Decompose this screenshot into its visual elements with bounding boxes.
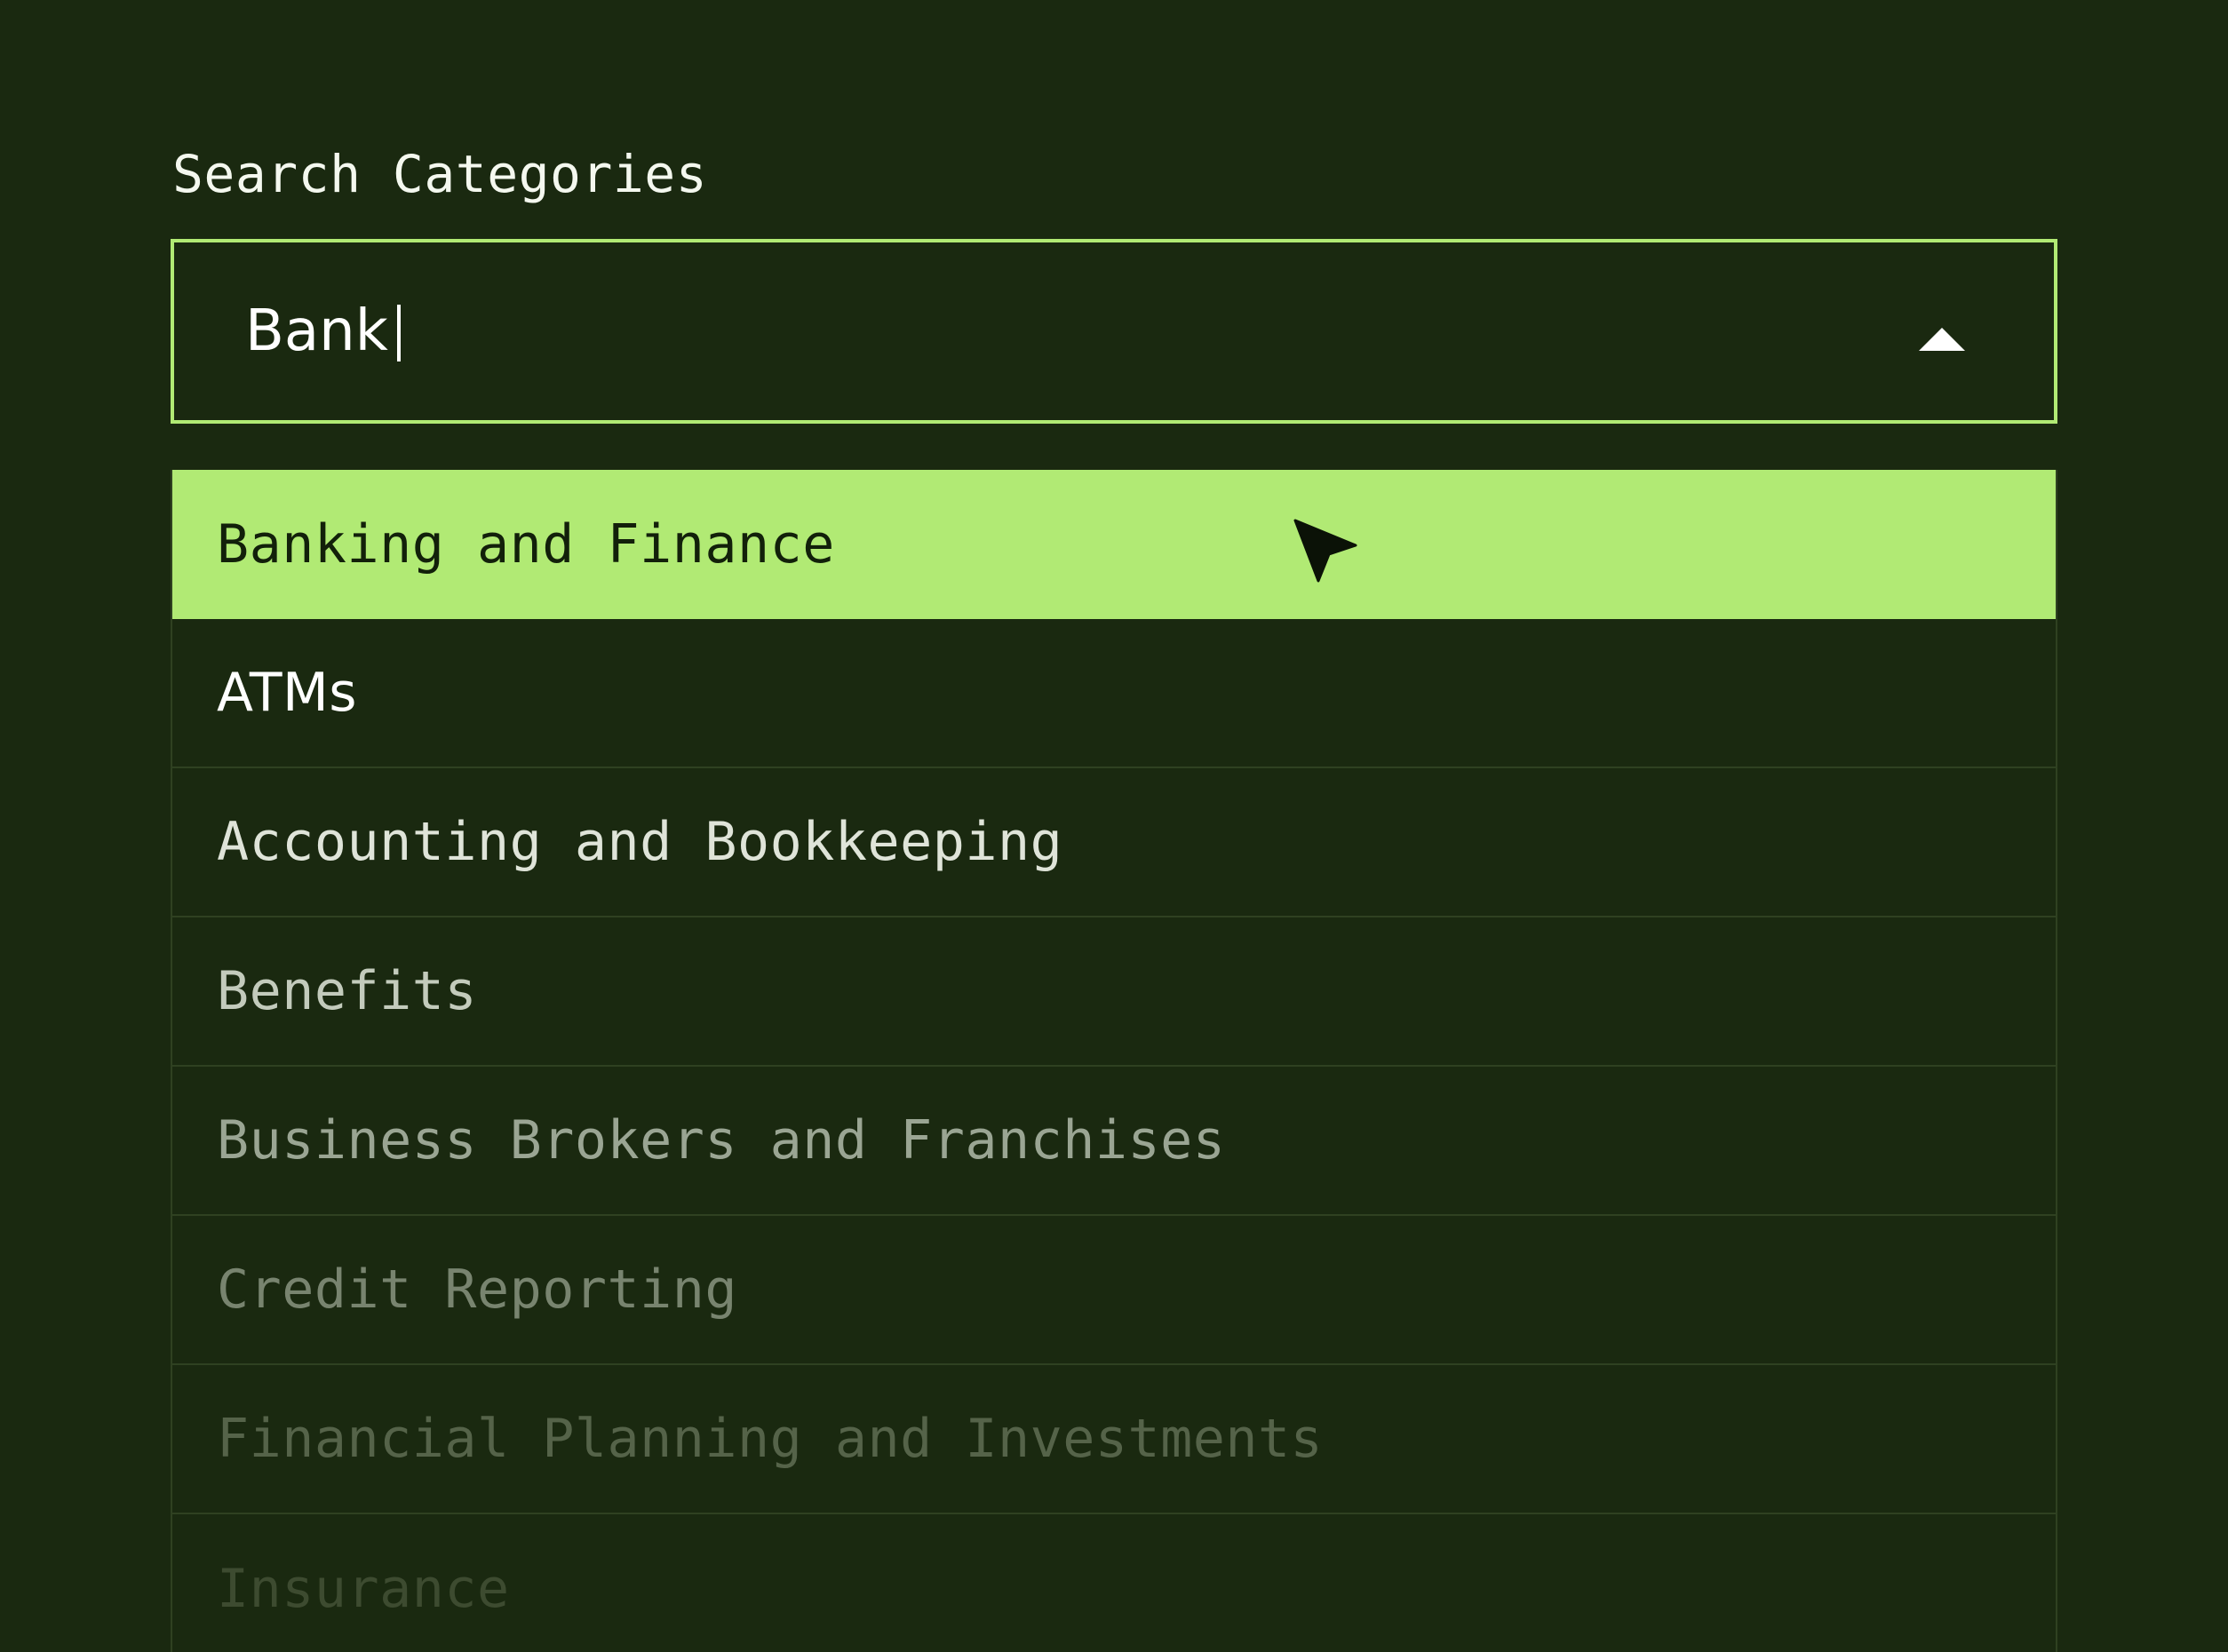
search-combobox[interactable]: Bank (171, 239, 2057, 424)
dropdown-options-list[interactable]: Banking and Finance ATMs Accounting and … (171, 470, 2057, 1652)
option-label: Banking and Finance (217, 513, 835, 576)
option-label: Business Brokers and Franchises (217, 1109, 1226, 1171)
option-label: Insurance (217, 1558, 510, 1620)
option-label: Accounting and Bookkeeping (217, 811, 1063, 873)
search-label: Search Categories (172, 144, 708, 204)
option-benefits[interactable]: Benefits (172, 917, 2056, 1067)
option-financial-planning-and-investments[interactable]: Financial Planning and Investments (172, 1365, 2056, 1514)
option-label: Financial Planning and Investments (217, 1408, 1324, 1470)
mouse-pointer-icon (1293, 519, 1357, 583)
option-credit-reporting[interactable]: Credit Reporting (172, 1216, 2056, 1365)
option-banking-and-finance[interactable]: Banking and Finance (172, 470, 2056, 619)
option-accounting-and-bookkeeping[interactable]: Accounting and Bookkeeping (172, 768, 2056, 917)
option-business-brokers-and-franchises[interactable]: Business Brokers and Franchises (172, 1067, 2056, 1216)
option-label: Credit Reporting (217, 1259, 737, 1321)
option-atms[interactable]: ATMs (172, 619, 2056, 768)
text-cursor (397, 305, 401, 361)
search-input[interactable]: Bank (245, 296, 388, 367)
option-insurance[interactable]: Insurance (172, 1514, 2056, 1652)
option-label: ATMs (217, 662, 358, 724)
option-label: Benefits (217, 960, 477, 1022)
caret-up-icon[interactable] (1919, 328, 1965, 351)
